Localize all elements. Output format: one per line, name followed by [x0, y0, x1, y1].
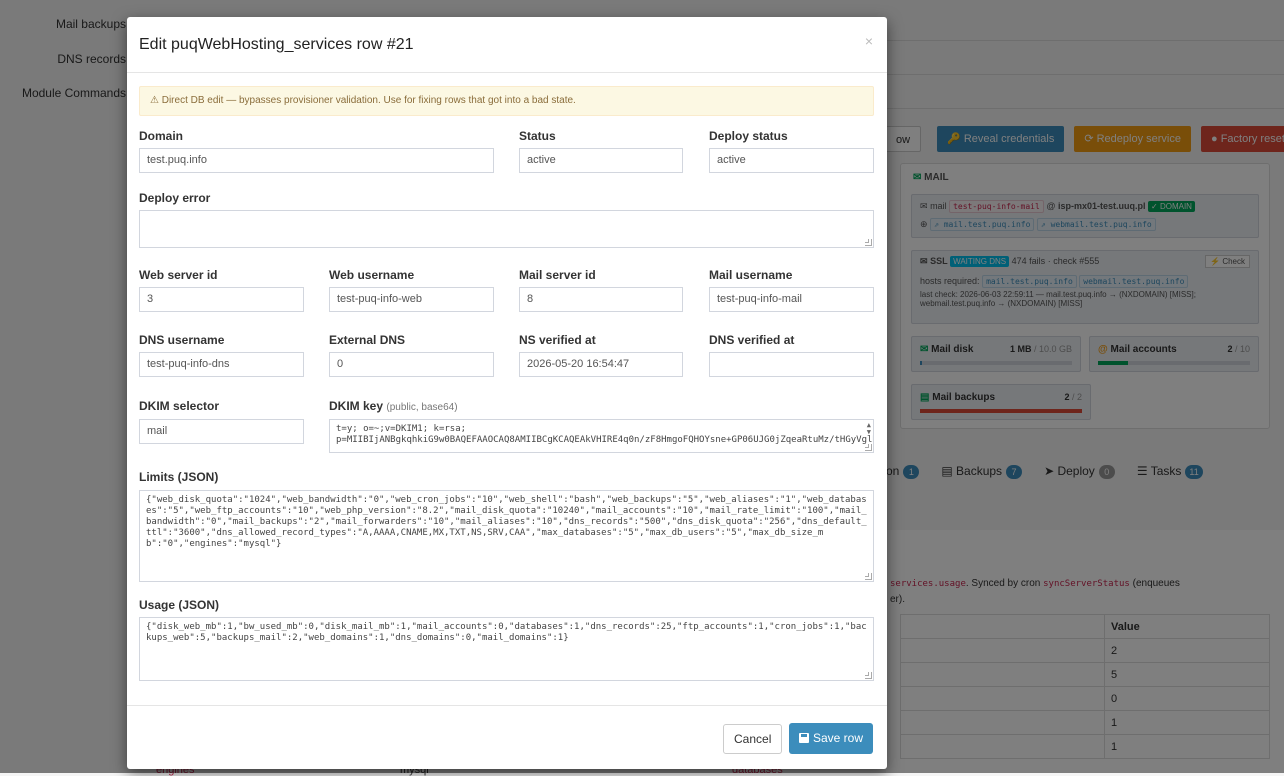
dkim-key-label-sub: (public, base64)	[386, 402, 458, 413]
web-server-id-label: Web server id	[139, 268, 218, 282]
dns-verified-at-label: DNS verified at	[709, 333, 795, 347]
edit-row-modal: Edit puqWebHosting_services row #21 × ⚠ …	[127, 17, 887, 769]
web-server-id-input[interactable]: 3	[139, 287, 304, 312]
mail-server-id-input[interactable]: 8	[519, 287, 683, 312]
usage-label: Usage (JSON)	[139, 598, 220, 612]
deploy-status-input[interactable]: active	[709, 148, 874, 173]
external-dns-input[interactable]: 0	[329, 352, 494, 377]
limits-textarea[interactable]: {"web_disk_quota":"1024","web_bandwidth"…	[139, 490, 874, 582]
dkim-selector-label: DKIM selector	[139, 399, 220, 413]
dkim-key-textarea[interactable]: t=y; o=~;v=DKIM1; k=rsa; p=MIIBIjANBgkqh…	[329, 419, 874, 453]
dns-username-label: DNS username	[139, 333, 225, 347]
cancel-button[interactable]: Cancel	[723, 724, 783, 754]
dkim-selector-input[interactable]: mail	[139, 419, 304, 444]
resize-handle[interactable]	[865, 239, 872, 246]
web-username-label: Web username	[329, 268, 415, 282]
usage-textarea[interactable]: {"disk_web_mb":1,"bw_used_mb":0,"disk_ma…	[139, 617, 874, 681]
dns-verified-at-input[interactable]	[709, 352, 874, 377]
resize-handle[interactable]	[865, 444, 872, 451]
status-input[interactable]: active	[519, 148, 683, 173]
scroll-arrows-icon[interactable]: ▲ ▼	[867, 422, 871, 436]
modal-title: Edit puqWebHosting_services row #21	[139, 36, 414, 53]
save-row-label: Save row	[813, 731, 864, 745]
warning-alert: ⚠ Direct DB edit — bypasses provisioner …	[139, 86, 874, 116]
limits-label: Limits (JSON)	[139, 470, 219, 484]
status-label: Status	[519, 129, 556, 143]
deploy-error-textarea[interactable]	[139, 210, 874, 248]
deploy-status-label: Deploy status	[709, 129, 788, 143]
domain-input[interactable]: test.puq.info	[139, 148, 494, 173]
save-row-button[interactable]: Save row	[789, 723, 874, 754]
limits-value: {"web_disk_quota":"1024","web_bandwidth"…	[146, 495, 867, 549]
usage-value: {"disk_web_mb":1,"bw_used_mb":0,"disk_ma…	[146, 622, 867, 643]
close-icon[interactable]: ×	[865, 33, 873, 49]
domain-label: Domain	[139, 129, 184, 143]
mail-username-input[interactable]: test-puq-info-mail	[709, 287, 874, 312]
dkim-key-value: t=y; o=~;v=DKIM1; k=rsa; p=MIIBIjANBgkqh…	[336, 424, 874, 445]
ns-verified-at-input[interactable]: 2026-05-20 16:54:47	[519, 352, 683, 377]
external-dns-label: External DNS	[329, 333, 406, 347]
ns-verified-at-label: NS verified at	[519, 333, 596, 347]
mail-username-label: Mail username	[709, 268, 793, 282]
dkim-key-label-text: DKIM key	[329, 399, 384, 413]
deploy-error-label: Deploy error	[139, 191, 211, 205]
dkim-key-label: DKIM key (public, base64)	[329, 399, 458, 413]
mail-server-id-label: Mail server id	[519, 268, 596, 282]
web-username-input[interactable]: test-puq-info-web	[329, 287, 494, 312]
dns-username-input[interactable]: test-puq-info-dns	[139, 352, 304, 377]
resize-handle[interactable]	[865, 672, 872, 679]
modal-header: Edit puqWebHosting_services row #21 ×	[127, 17, 887, 73]
modal-footer: Cancel Save row	[127, 705, 887, 769]
resize-handle[interactable]	[865, 573, 872, 580]
floppy-disk-icon	[799, 733, 809, 743]
